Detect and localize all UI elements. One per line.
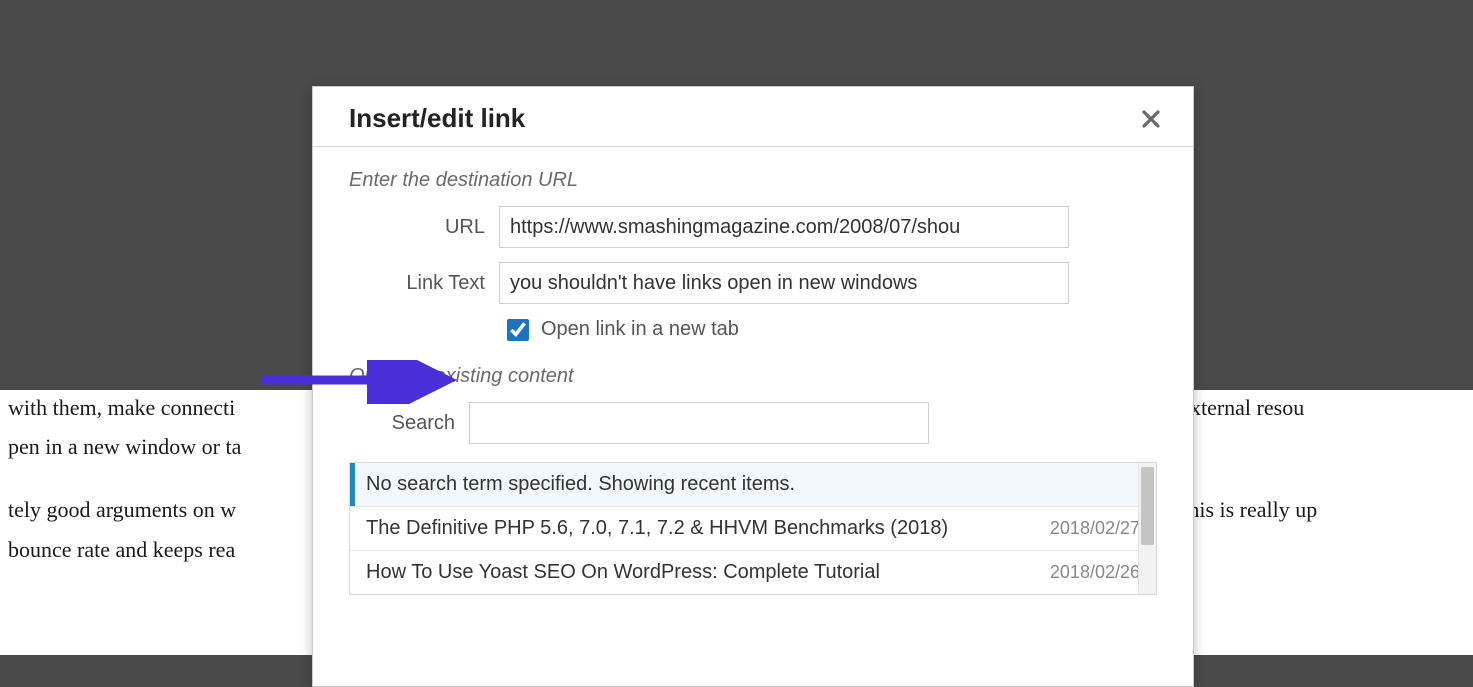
url-label: URL <box>349 216 499 239</box>
search-row: Search <box>349 402 1157 444</box>
open-new-tab-checkbox[interactable] <box>507 319 529 341</box>
url-row: URL <box>349 206 1157 248</box>
link-text-input[interactable] <box>499 262 1069 304</box>
search-input[interactable] <box>469 402 929 444</box>
url-input[interactable] <box>499 206 1069 248</box>
scroll-thumb[interactable] <box>1141 467 1154 545</box>
result-title: The Definitive PHP 5.6, 7.0, 7.1, 7.2 & … <box>366 517 948 540</box>
close-icon <box>1141 109 1161 129</box>
search-label: Search <box>349 412 469 435</box>
result-date: 2018/02/27 <box>1038 518 1140 539</box>
close-button[interactable] <box>1137 105 1165 133</box>
results-scrollbar[interactable] <box>1138 463 1156 594</box>
dialog-header: Insert/edit link <box>313 87 1193 147</box>
new-tab-row: Open link in a new tab <box>507 318 1157 341</box>
result-item[interactable]: The Definitive PHP 5.6, 7.0, 7.1, 7.2 & … <box>350 506 1156 550</box>
destination-url-hint: Enter the destination URL <box>349 169 1157 192</box>
bg-text: pen in a new window or ta <box>8 434 241 459</box>
link-text-label: Link Text <box>349 272 499 295</box>
result-item[interactable]: No search term specified. Showing recent… <box>350 463 1156 506</box>
dialog-body: Enter the destination URL URL Link Text … <box>313 147 1193 595</box>
bg-text: bounce rate and keeps rea <box>8 537 235 562</box>
search-results-list: No search term specified. Showing recent… <box>349 462 1157 595</box>
insert-link-dialog: Insert/edit link Enter the destination U… <box>312 86 1194 687</box>
existing-content-hint: Or link to existing content <box>349 365 1157 388</box>
link-text-row: Link Text <box>349 262 1157 304</box>
result-title: No search term specified. Showing recent… <box>366 473 795 496</box>
result-date: 2018/02/26 <box>1038 562 1140 583</box>
bg-text: with them, make connecti <box>8 395 235 420</box>
result-title: How To Use Yoast SEO On WordPress: Compl… <box>366 561 880 584</box>
dialog-title: Insert/edit link <box>349 103 525 134</box>
result-item[interactable]: How To Use Yoast SEO On WordPress: Compl… <box>350 550 1156 594</box>
open-new-tab-label[interactable]: Open link in a new tab <box>541 318 739 341</box>
bg-text: tely good arguments on w <box>8 497 236 522</box>
